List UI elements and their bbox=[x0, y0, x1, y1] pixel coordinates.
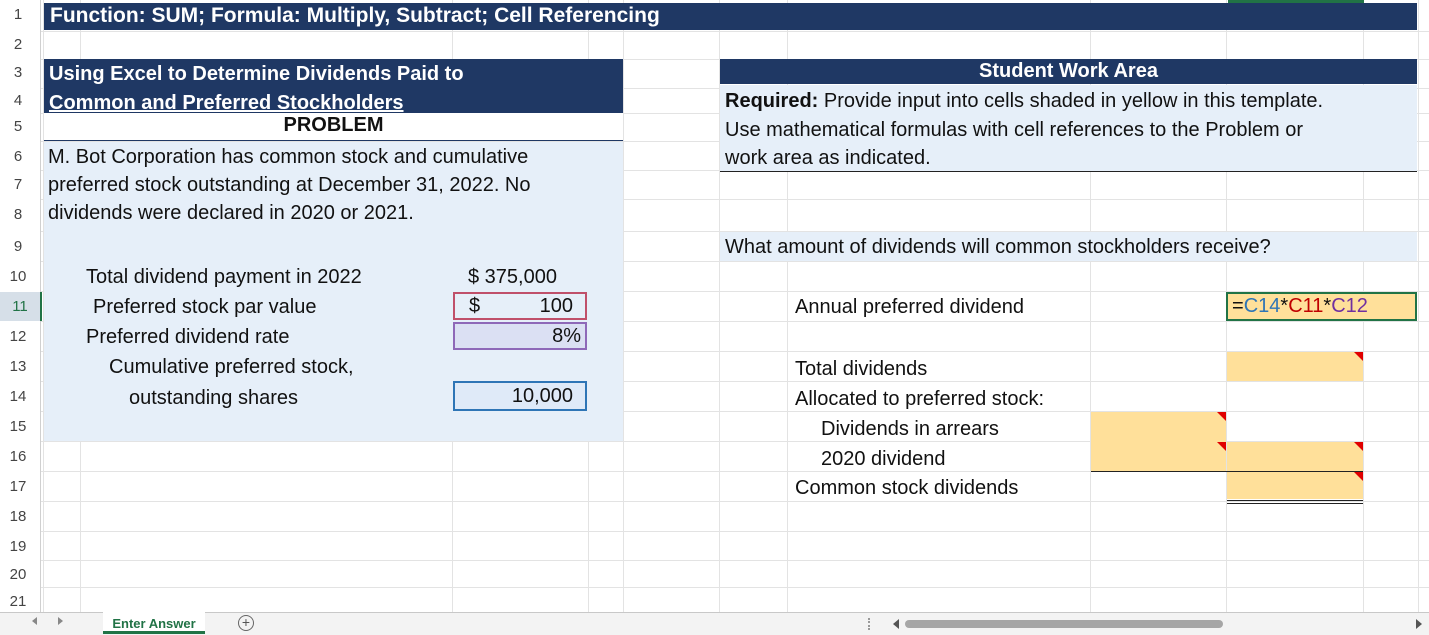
scroll-tabs-right-icon[interactable] bbox=[58, 617, 63, 625]
par-value-currency: $ bbox=[469, 295, 481, 317]
work-area-header: Student Work Area bbox=[720, 59, 1417, 84]
rate-label: Preferred dividend rate bbox=[86, 326, 290, 348]
horizontal-scrollbar-thumb[interactable] bbox=[905, 620, 1223, 628]
row-header[interactable]: 18 bbox=[0, 508, 36, 525]
comment-indicator bbox=[1354, 442, 1363, 451]
row-header[interactable]: 12 bbox=[0, 328, 36, 345]
problem-text-line3: dividends were declared in 2020 or 2021. bbox=[48, 202, 414, 224]
dividend-2020-input[interactable] bbox=[1227, 442, 1363, 471]
allocated-label: Allocated to preferred stock: bbox=[795, 388, 1045, 410]
double-underline bbox=[1227, 500, 1363, 504]
problem-label: PROBLEM bbox=[283, 114, 384, 136]
row-header[interactable]: 1 bbox=[0, 6, 36, 23]
problem-text-line2: preferred stock outstanding at December … bbox=[48, 174, 531, 196]
gridline bbox=[0, 31, 1429, 32]
row-header[interactable]: 14 bbox=[0, 388, 36, 405]
annual-dividend-label: Annual preferred dividend bbox=[795, 296, 1025, 318]
common-dividends-input[interactable] bbox=[1227, 472, 1363, 499]
rate-value: 8% bbox=[552, 325, 581, 347]
row-header[interactable]: 2 bbox=[0, 36, 36, 53]
comment-indicator bbox=[1354, 472, 1363, 481]
instructions-line1: Required: Provide input into cells shade… bbox=[725, 89, 1323, 113]
gridline bbox=[0, 560, 1429, 561]
total-dividend-value[interactable]: $ 375,000 bbox=[468, 265, 557, 289]
shares-value: 10,000 bbox=[511, 385, 573, 407]
shares-label-line1: Cumulative preferred stock, bbox=[109, 356, 354, 378]
row-header[interactable]: 5 bbox=[0, 118, 36, 135]
left-section-header: Using Excel to Determine Dividends Paid … bbox=[44, 59, 623, 114]
left-header-line1: Using Excel to Determine Dividends Paid … bbox=[49, 63, 464, 85]
row-header[interactable]: 19 bbox=[0, 538, 36, 555]
left-header-line2: Common and Preferred Stockholders bbox=[49, 92, 404, 114]
question-text: What amount of dividends will common sto… bbox=[725, 236, 1271, 258]
gridline bbox=[0, 501, 1429, 502]
row-header[interactable]: 13 bbox=[0, 358, 36, 375]
row-header[interactable]: 17 bbox=[0, 478, 36, 495]
scroll-left-icon[interactable] bbox=[893, 619, 899, 629]
work-area-header-text: Student Work Area bbox=[979, 60, 1158, 82]
row-header[interactable]: 20 bbox=[0, 566, 36, 583]
row-header[interactable]: 9 bbox=[0, 238, 36, 255]
problem-label-cell: PROBLEM bbox=[44, 113, 623, 141]
gridline bbox=[0, 531, 1429, 532]
comment-indicator bbox=[1354, 352, 1363, 361]
add-sheet-button[interactable]: + bbox=[238, 615, 254, 631]
sheet-tab-bar: Enter Answer + bbox=[0, 612, 1429, 635]
total-dividends-input[interactable] bbox=[1227, 352, 1363, 381]
rate-cell[interactable]: 8% bbox=[453, 322, 587, 350]
arrears-label: Dividends in arrears bbox=[821, 418, 999, 440]
plus-icon: + bbox=[241, 614, 251, 630]
comment-indicator bbox=[1217, 442, 1226, 451]
formula-ref-c12: C12 bbox=[1331, 295, 1368, 317]
gridline bbox=[623, 0, 624, 612]
comment-indicator bbox=[1217, 412, 1226, 421]
annual-dividend-cell[interactable]: =C14*C11*C12 bbox=[1226, 292, 1417, 321]
gridline bbox=[1418, 0, 1419, 612]
tab-split-handle-icon[interactable] bbox=[868, 618, 872, 630]
row-header[interactable]: 15 bbox=[0, 418, 36, 435]
formula-equals: = bbox=[1232, 295, 1244, 317]
common-dividends-label: Common stock dividends bbox=[795, 477, 1019, 499]
required-text: Provide input into cells shaded in yello… bbox=[818, 90, 1324, 112]
shares-cell[interactable]: 10,000 bbox=[453, 381, 587, 411]
row-header[interactable]: 8 bbox=[0, 206, 36, 223]
row-header[interactable]: 3 bbox=[0, 64, 36, 81]
gridline bbox=[0, 587, 1429, 588]
row-header[interactable]: 10 bbox=[0, 268, 36, 285]
dividend-2020-label: 2020 dividend bbox=[821, 448, 946, 470]
title-bar-text: Function: SUM; Formula: Multiply, Subtra… bbox=[50, 4, 660, 27]
sheet-tab-label: Enter Answer bbox=[112, 616, 196, 631]
par-value-amount: 100 bbox=[539, 295, 573, 317]
required-label: Required: bbox=[725, 90, 819, 112]
par-value-cell[interactable]: $ 100 bbox=[453, 292, 587, 320]
par-value-label: Preferred stock par value bbox=[93, 296, 317, 318]
shares-label-line2: outstanding shares bbox=[129, 387, 299, 409]
total-dividend-label: Total dividend payment in 2022 bbox=[86, 266, 362, 288]
problem-text-line1: M. Bot Corporation has common stock and … bbox=[48, 146, 529, 168]
arrears-input[interactable] bbox=[1091, 412, 1226, 471]
formula-text: =C14*C11*C12 bbox=[1232, 295, 1368, 318]
spreadsheet-grid[interactable]: Function: SUM; Formula: Multiply, Subtra… bbox=[0, 0, 1429, 612]
title-bar: Function: SUM; Formula: Multiply, Subtra… bbox=[44, 3, 1417, 30]
row-header[interactable]: 7 bbox=[0, 176, 36, 193]
row-header[interactable]: 6 bbox=[0, 148, 36, 165]
row-header[interactable]: 16 bbox=[0, 448, 36, 465]
row-header[interactable]: 4 bbox=[0, 92, 36, 109]
row-header[interactable]: 21 bbox=[0, 593, 36, 610]
scroll-tabs-left-icon[interactable] bbox=[32, 617, 37, 625]
title-bar-accent bbox=[1228, 0, 1364, 3]
formula-ref-c14: C14 bbox=[1243, 295, 1281, 317]
scroll-right-icon[interactable] bbox=[1416, 619, 1422, 629]
total-dividends-label: Total dividends bbox=[795, 358, 928, 380]
sheet-tab-enter-answer[interactable]: Enter Answer bbox=[103, 612, 205, 634]
formula-ref-c11: C11 bbox=[1288, 295, 1324, 317]
row-header-selected[interactable]: 11 bbox=[0, 292, 42, 321]
instructions-line2: Use mathematical formulas with cell refe… bbox=[725, 119, 1304, 141]
instructions-line3: work area as indicated. bbox=[725, 147, 931, 169]
